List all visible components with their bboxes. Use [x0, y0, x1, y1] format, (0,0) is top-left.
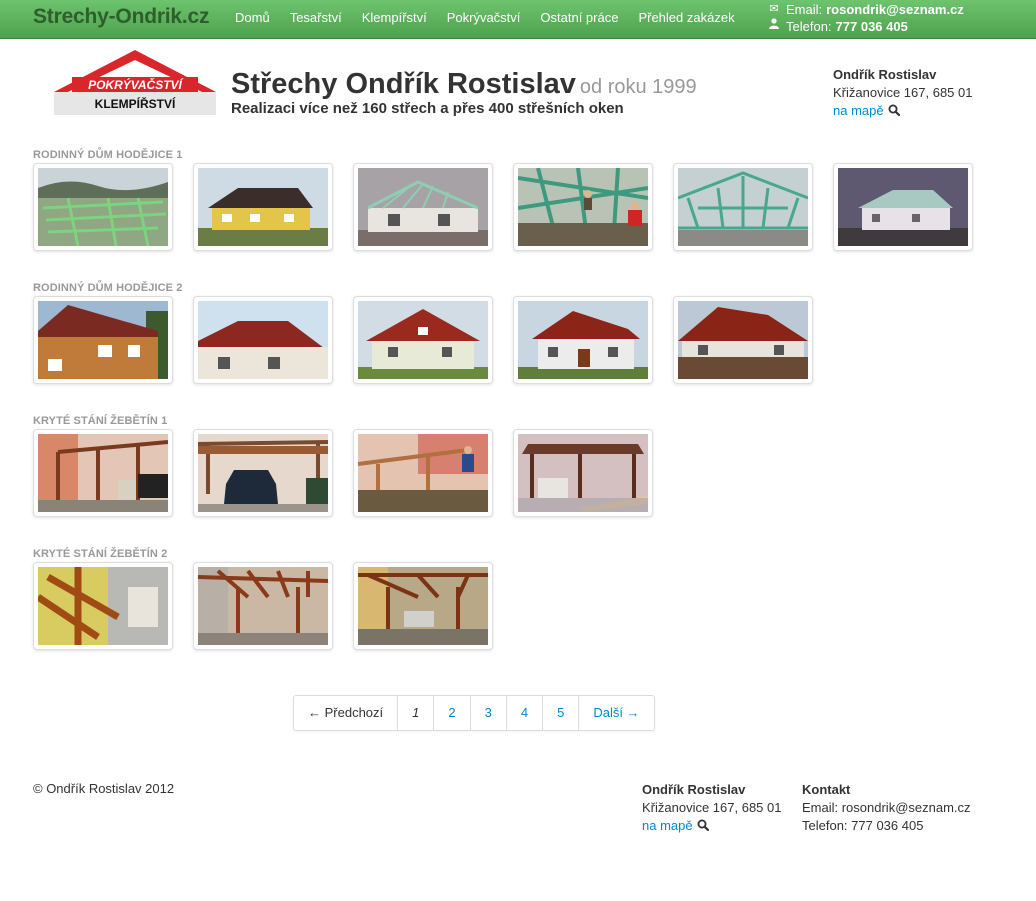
footer-address-street: Křižanovice 167, 685 01	[642, 800, 782, 815]
brand-link[interactable]: Strechy-Ondrik.cz	[33, 5, 210, 29]
pagination-next[interactable]: Další →	[578, 696, 653, 730]
gallery-thumbnail[interactable]	[513, 163, 653, 251]
gallery-thumbnail[interactable]	[513, 429, 653, 517]
gallery-thumbnail[interactable]	[193, 296, 333, 384]
user-icon	[768, 18, 780, 35]
footer-contact: Kontakt Email: rosondrik@seznam.cz Telef…	[802, 781, 971, 835]
gallery-thumbnail[interactable]	[193, 562, 333, 650]
logo-text-plumbing: KLEMPÍŘSTVÍ	[95, 96, 176, 111]
gallery-thumbnail[interactable]	[193, 163, 333, 251]
gallery-title-hodejice-1: Rodinný dům Hodějice 1	[33, 149, 183, 161]
page-title: Střechy Ondřík Rostislav od roku 1999	[231, 68, 697, 100]
pagination-page-3[interactable]: 3	[469, 696, 506, 730]
top-navbar: Strechy-Ondrik.cz Domů Tesařství Klempíř…	[0, 0, 1036, 39]
logo-text-roofing: POKRÝVAČSTVÍ	[88, 77, 184, 92]
email-value: rosondrik@seznam.cz	[826, 2, 964, 17]
search-icon	[697, 819, 709, 831]
gallery-thumbnail[interactable]	[353, 562, 493, 650]
phone-label: Telefon:	[786, 19, 832, 34]
photo-red-roof-front	[518, 301, 648, 379]
gallery-thumbnail[interactable]	[833, 163, 973, 251]
main-nav: Domů Tesařství Klempířství Pokrývačství …	[225, 0, 745, 39]
gallery-thumbnail[interactable]	[33, 296, 173, 384]
footer-phone: Telefon: 777 036 405	[802, 818, 924, 833]
nav-item-home[interactable]: Domů	[225, 0, 280, 35]
photo-carport-worker	[358, 434, 488, 512]
photo-carport-car	[198, 434, 328, 512]
photo-carport-finished	[518, 434, 648, 512]
pagination-page-1[interactable]: 1	[397, 696, 433, 730]
gallery-thumbnail[interactable]	[33, 163, 173, 251]
photo-red-roof-porch	[678, 301, 808, 379]
photo-yellow-house	[198, 168, 328, 246]
gallery-title-zebetin-2: Kryté stání Žebětín 2	[33, 548, 168, 560]
photo-pergola-roof	[198, 567, 328, 645]
photo-red-roof-house	[358, 301, 488, 379]
nav-item-roofing[interactable]: Pokrývačství	[437, 0, 531, 35]
footer-copyright: © Ondřík Rostislav 2012	[33, 781, 175, 796]
gallery-title-zebetin-1: Kryté stání Žebětín 1	[33, 415, 168, 427]
nav-item-orders-overview[interactable]: Přehled zakázek	[628, 0, 744, 35]
photo-wood-beams-closeup	[38, 567, 168, 645]
gallery-thumbnail[interactable]	[33, 429, 173, 517]
phone-value: 777 036 405	[835, 19, 908, 34]
nav-item-other-work[interactable]: Ostatní práce	[530, 0, 628, 35]
photo-carport-frame	[38, 434, 168, 512]
navbar-contact: ✉ Email: rosondrik@seznam.cz Telefon: 77…	[768, 1, 964, 35]
pagination-page-4[interactable]: 4	[505, 696, 542, 730]
photo-finished-roof	[838, 168, 968, 246]
footer-contact-heading: Kontakt	[802, 782, 851, 797]
envelope-icon: ✉	[769, 3, 779, 15]
photo-wood-house	[38, 301, 168, 379]
footer-address: Ondřík Rostislav Křižanovice 167, 685 01…	[642, 781, 781, 835]
pagination: ← Předchozí 1 2 3 4 5 Další →	[293, 695, 655, 731]
search-icon	[888, 104, 900, 116]
page-tagline: Realizaci více než 160 střech a přes 400…	[231, 100, 624, 117]
gallery-thumbnail[interactable]	[353, 429, 493, 517]
map-link[interactable]: na mapě	[833, 103, 884, 118]
footer-address-name: Ondřík Rostislav	[642, 782, 746, 797]
pagination-page-2[interactable]: 2	[433, 696, 469, 730]
page-subtitle: od roku 1999	[579, 76, 697, 98]
gallery-thumbnail[interactable]	[33, 562, 173, 650]
footer-map-link[interactable]: na mapě	[642, 818, 693, 833]
photo-workers-truss	[518, 168, 648, 246]
pagination-page-5[interactable]: 5	[542, 696, 578, 730]
gallery-thumbnail[interactable]	[513, 296, 653, 384]
photo-truss-interior	[678, 168, 808, 246]
nav-item-carpentry[interactable]: Tesařství	[280, 0, 352, 35]
header-address: Ondřík Rostislav Křižanovice 167, 685 01…	[833, 66, 972, 120]
photo-pergola-view	[358, 567, 488, 645]
company-logo: POKRÝVAČSTVÍ KLEMPÍŘSTVÍ	[54, 50, 216, 115]
photo-truss-house	[358, 168, 488, 246]
photo-foundation	[38, 168, 168, 246]
gallery-thumbnail[interactable]	[353, 296, 493, 384]
pagination-prev[interactable]: ← Předchozí	[294, 696, 397, 730]
gallery-title-hodejice-2: Rodinný dům Hodějice 2	[33, 282, 183, 294]
address-name: Ondřík Rostislav	[833, 67, 937, 82]
gallery-thumbnail[interactable]	[673, 296, 813, 384]
footer-email: Email: rosondrik@seznam.cz	[802, 800, 971, 815]
gallery-thumbnail[interactable]	[193, 429, 333, 517]
photo-white-house-side	[198, 301, 328, 379]
gallery-thumbnail[interactable]	[673, 163, 813, 251]
email-label: Email:	[786, 2, 823, 17]
gallery-thumbnail[interactable]	[353, 163, 493, 251]
nav-item-plumbing[interactable]: Klempířství	[352, 0, 437, 35]
address-street: Křižanovice 167, 685 01	[833, 85, 973, 100]
